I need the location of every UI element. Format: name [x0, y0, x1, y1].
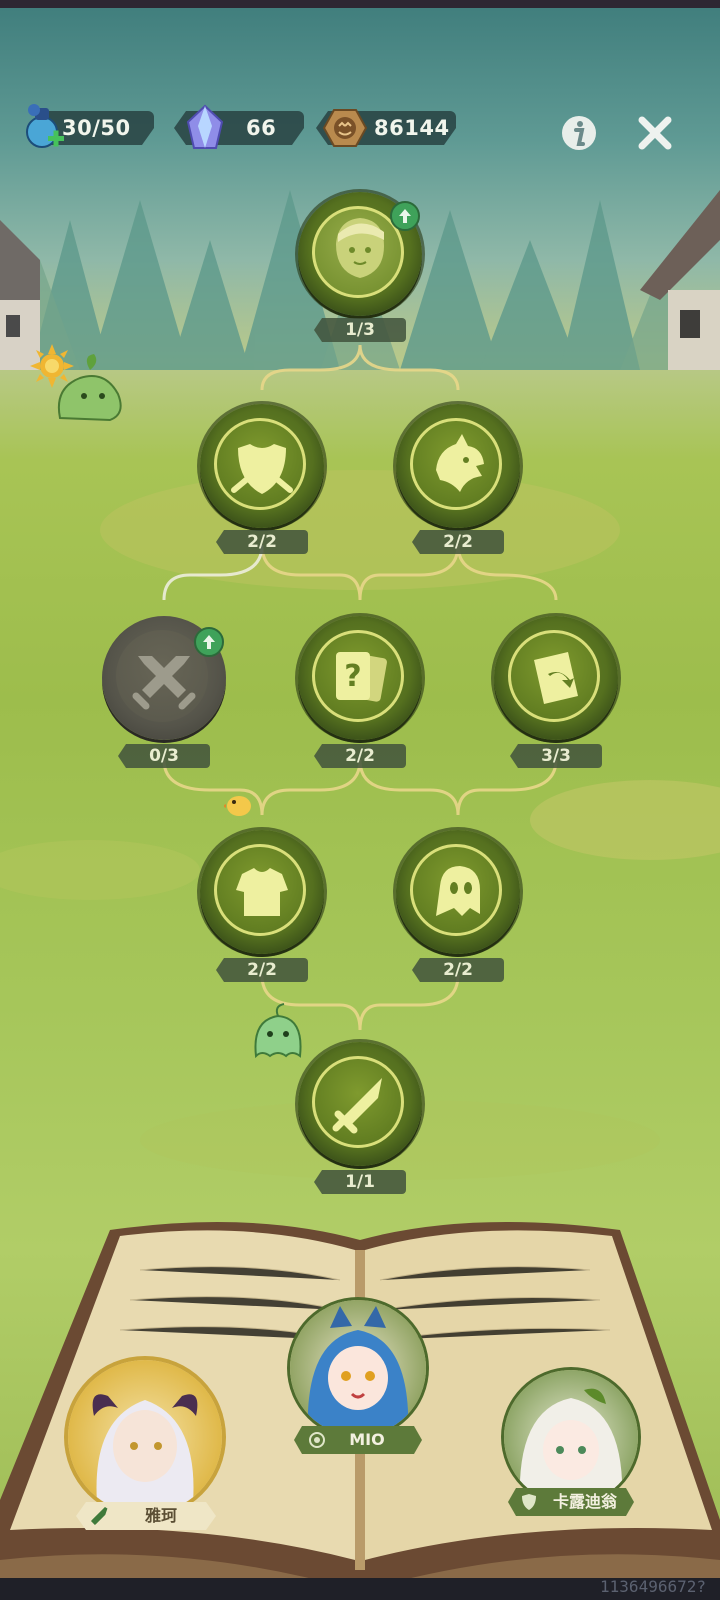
- emblem-class-icon: [308, 1431, 326, 1449]
- party-member-2-nameplate: MIO: [294, 1426, 422, 1454]
- party-member-3-nameplate: 卡露迪翁: [508, 1488, 634, 1516]
- party-member-1-portrait[interactable]: [68, 1360, 222, 1514]
- card-return-icon: [534, 652, 578, 704]
- party-member-3-name: 卡露迪翁: [552, 1492, 617, 1511]
- party-member-1-name: 雅珂: [144, 1506, 177, 1525]
- skill-node-dragon[interactable]: [396, 404, 520, 528]
- skill-node-shield[interactable]: [200, 404, 324, 528]
- shield-class-icon: [520, 1493, 538, 1511]
- party-member-3-portrait[interactable]: [504, 1370, 638, 1504]
- status-strip: [0, 0, 720, 8]
- crystal-value: 66: [246, 116, 277, 140]
- skill-node-mystery-card[interactable]: ?: [298, 616, 422, 740]
- upgrade-available-icon: [390, 201, 420, 231]
- shield-icon: [231, 444, 293, 494]
- party-member-2-name: MIO: [349, 1430, 385, 1449]
- svg-text:?: ?: [344, 659, 361, 694]
- skill-count-swords: 0/3: [118, 744, 210, 768]
- skill-node-armor[interactable]: [200, 830, 324, 954]
- skill-count-dragon: 2/2: [412, 530, 504, 554]
- sword-icon: [332, 1078, 382, 1134]
- crystal-icon: [186, 104, 224, 149]
- coin-value: 86144: [374, 116, 450, 140]
- upgrade-available-icon-2: [194, 627, 224, 657]
- sword-class-icon: [90, 1506, 110, 1526]
- ghost-icon: [436, 866, 480, 916]
- pumpkin-coin-icon: [322, 109, 368, 147]
- party-member-2-portrait[interactable]: [290, 1300, 426, 1436]
- skill-node-sword[interactable]: [298, 1042, 422, 1166]
- player-id: 1136496672?: [600, 1577, 706, 1596]
- skill-count-hero: 1/3: [314, 318, 406, 342]
- skill-count-shield: 2/2: [216, 530, 308, 554]
- close-icon[interactable]: [636, 114, 674, 152]
- skill-count-armor: 2/2: [216, 958, 308, 982]
- potion-icon: [26, 104, 64, 148]
- chick-icon: [224, 796, 251, 816]
- skill-count-card-return: 3/3: [510, 744, 602, 768]
- skill-count-mystery-card: 2/2: [314, 744, 406, 768]
- energy-value: 30/50: [62, 116, 131, 140]
- skill-node-ghost[interactable]: [396, 830, 520, 954]
- info-icon[interactable]: [560, 114, 598, 152]
- skill-count-sword: 1/1: [314, 1170, 406, 1194]
- skill-node-card-return[interactable]: [494, 616, 618, 740]
- dragon-head-icon: [436, 434, 484, 492]
- mystery-card-icon: ?: [336, 652, 387, 702]
- party-member-1-nameplate: 雅珂: [76, 1502, 216, 1530]
- armor-icon: [236, 868, 288, 916]
- skill-count-ghost: 2/2: [412, 958, 504, 982]
